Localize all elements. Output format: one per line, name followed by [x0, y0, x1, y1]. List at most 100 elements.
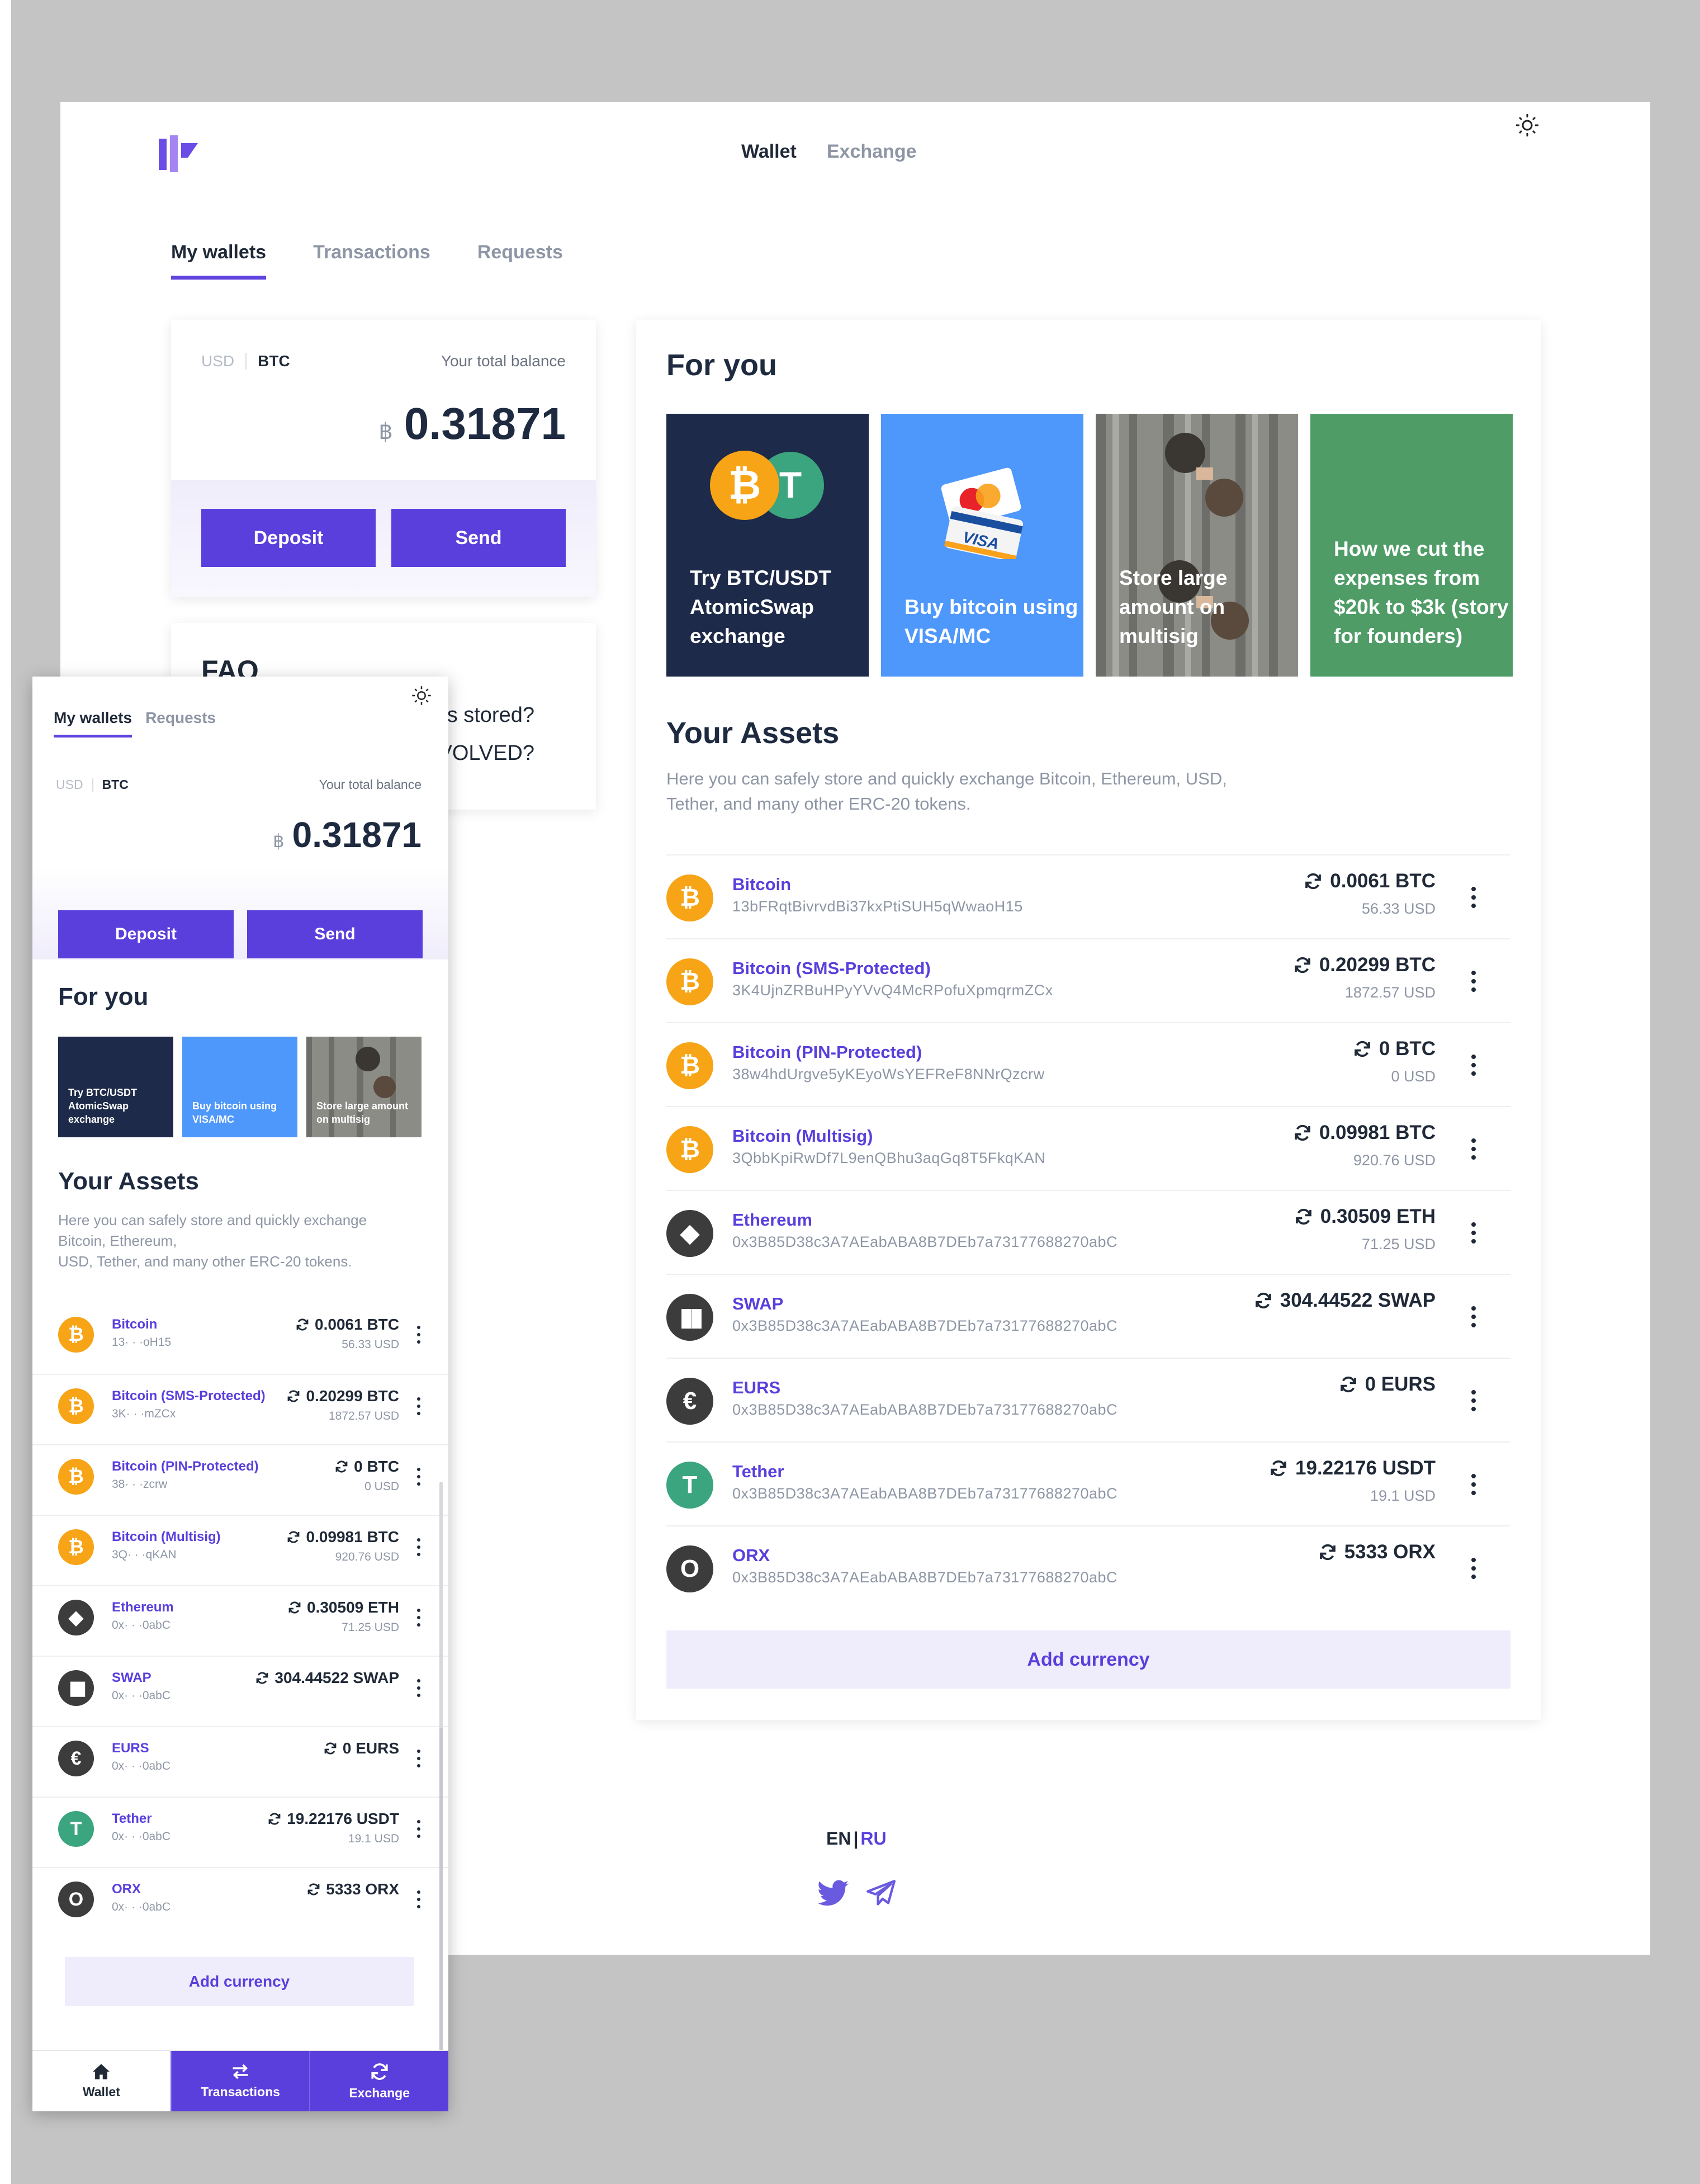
refresh-icon[interactable]	[255, 1671, 269, 1685]
asset-menu-icon[interactable]	[1467, 1051, 1480, 1079]
tab-my-wallets[interactable]: My wallets	[171, 242, 267, 280]
asset-row[interactable]: ▮▮ SWAP 0x· · ·0abC 304.44522 SWAP	[32, 1656, 448, 1726]
asset-name[interactable]: Bitcoin (PIN-Protected)	[732, 1042, 922, 1062]
asset-row[interactable]: T Tether 0x3B85D38c3A7AEabABA8B7DEb7a73177…	[666, 1441, 1510, 1525]
refresh-icon[interactable]	[1295, 1208, 1313, 1226]
refresh-icon[interactable]	[335, 1460, 348, 1473]
asset-row[interactable]: ₿ Bitcoin (SMS-Protected) 3K4UjnZRBuHPyYVv…	[666, 938, 1510, 1022]
scrollbar-thumb[interactable]	[439, 1728, 443, 2091]
twitter-icon[interactable]	[817, 1880, 849, 1909]
asset-row[interactable]: ₿ Bitcoin (PIN-Protected) 38w4hdUrgve5yKEy…	[666, 1022, 1510, 1106]
asset-name[interactable]: Bitcoin	[112, 1317, 157, 1332]
refresh-icon[interactable]	[268, 1812, 281, 1826]
add-currency-button[interactable]: Add currency	[65, 1957, 414, 2006]
tab-requests[interactable]: Requests	[145, 709, 216, 738]
asset-row[interactable]: O ORX 0x3B85D38c3A7AEabABA8B7DEb7a73177688…	[666, 1525, 1510, 1609]
asset-name[interactable]: Bitcoin (Multisig)	[732, 1126, 873, 1146]
tab-transactions[interactable]: Transactions	[313, 242, 430, 280]
asset-row[interactable]: ₿ Bitcoin (PIN-Protected) 38· · ·zcrw 0 BTC…	[32, 1444, 448, 1515]
asset-menu-icon[interactable]	[1467, 1303, 1480, 1331]
refresh-icon[interactable]	[1304, 872, 1322, 890]
refresh-icon[interactable]	[288, 1601, 301, 1614]
asset-name[interactable]: Tether	[112, 1811, 152, 1827]
asset-name[interactable]: SWAP	[112, 1670, 151, 1686]
asset-name[interactable]: Bitcoin (PIN-Protected)	[112, 1459, 259, 1474]
asset-name[interactable]: EURS	[112, 1741, 149, 1756]
asset-row[interactable]: ◆ Ethereum 0x3B85D38c3A7AEabABA8B7DEb7a731…	[666, 1190, 1510, 1274]
asset-row[interactable]: T Tether 0x· · ·0abC 19.22176 USDT 19.1 USD	[32, 1797, 448, 1867]
asset-menu-icon[interactable]	[414, 1536, 424, 1558]
asset-row[interactable]: ₿ Bitcoin (SMS-Protected) 3K· · ·mZCx 0.202…	[32, 1374, 448, 1444]
deposit-button[interactable]: Deposit	[201, 509, 376, 567]
send-button[interactable]: Send	[391, 509, 566, 567]
asset-name[interactable]: ORX	[732, 1545, 770, 1566]
currency-usd[interactable]: USD	[201, 352, 234, 370]
asset-row[interactable]: ₿ Bitcoin 13· · ·oH15 0.0061 BTC 56.33 USD	[32, 1303, 448, 1374]
lang-ru[interactable]: RU	[860, 1828, 886, 1849]
refresh-icon[interactable]	[296, 1318, 309, 1331]
refresh-icon[interactable]	[287, 1530, 300, 1544]
asset-menu-icon[interactable]	[1467, 1471, 1480, 1498]
nav-wallet[interactable]: Wallet	[741, 141, 797, 163]
asset-menu-icon[interactable]	[414, 1466, 424, 1488]
asset-menu-icon[interactable]	[414, 1323, 424, 1346]
asset-row[interactable]: O ORX 0x· · ·0abC 5333 ORX	[32, 1867, 448, 1937]
promo-tile-atomicswap[interactable]: Try BTC/USDT AtomicSwap exchange	[58, 1037, 173, 1137]
asset-name[interactable]: Ethereum	[732, 1210, 812, 1230]
asset-name[interactable]: Bitcoin (Multisig)	[112, 1529, 221, 1545]
promo-tile-visa[interactable]: VISA Buy bitcoin using VISA/MC	[881, 414, 1083, 677]
asset-name[interactable]: Ethereum	[112, 1600, 174, 1615]
refresh-icon[interactable]	[324, 1742, 337, 1755]
promo-tile-story[interactable]: How we cut the expenses from $20k to $3k…	[1310, 414, 1513, 677]
asset-name[interactable]: ORX	[112, 1882, 141, 1897]
currency-btc[interactable]: BTC	[258, 352, 290, 370]
asset-name[interactable]: Tether	[732, 1462, 784, 1482]
refresh-icon[interactable]	[287, 1389, 300, 1403]
asset-menu-icon[interactable]	[414, 1606, 424, 1629]
asset-row[interactable]: € EURS 0x· · ·0abC 0 EURS	[32, 1726, 448, 1797]
refresh-icon[interactable]	[1294, 956, 1311, 974]
asset-name[interactable]: Bitcoin (SMS-Protected)	[112, 1388, 266, 1404]
currency-usd[interactable]: USD	[56, 777, 83, 792]
lang-en[interactable]: EN	[826, 1828, 851, 1849]
asset-menu-icon[interactable]	[1467, 1135, 1480, 1163]
bottom-nav-exchange[interactable]: Exchange	[309, 2051, 448, 2111]
asset-row[interactable]: ₿ Bitcoin (Multisig) 3Q· · ·qKAN 0.09981 BT…	[32, 1515, 448, 1585]
refresh-icon[interactable]	[1353, 1040, 1371, 1058]
refresh-icon[interactable]	[1319, 1543, 1337, 1561]
currency-btc[interactable]: BTC	[102, 777, 129, 792]
faq-question[interactable]: VOLVED?	[438, 741, 534, 765]
asset-menu-icon[interactable]	[414, 1677, 424, 1699]
bottom-nav-transactions[interactable]: Transactions	[170, 2051, 310, 2111]
send-button[interactable]: Send	[247, 910, 423, 958]
sun-icon[interactable]	[410, 684, 433, 710]
asset-row[interactable]: ₿ Bitcoin (Multisig) 3QbbKpiRwDf7L9enQBhu3…	[666, 1106, 1510, 1190]
asset-menu-icon[interactable]	[1467, 1554, 1480, 1582]
asset-menu-icon[interactable]	[1467, 883, 1480, 911]
bottom-nav-wallet[interactable]: Wallet	[32, 2051, 171, 2111]
asset-menu-icon[interactable]	[414, 1888, 424, 1911]
asset-menu-icon[interactable]	[1467, 1387, 1480, 1415]
asset-menu-icon[interactable]	[414, 1395, 424, 1417]
asset-menu-icon[interactable]	[1467, 1219, 1480, 1247]
asset-row[interactable]: € EURS 0x3B85D38c3A7AEabABA8B7DEb7a7317768…	[666, 1358, 1510, 1441]
faq-question[interactable]: s stored?	[447, 703, 534, 727]
refresh-icon[interactable]	[1270, 1459, 1287, 1477]
asset-menu-icon[interactable]	[1467, 967, 1480, 995]
refresh-icon[interactable]	[1294, 1124, 1311, 1142]
tab-my-wallets[interactable]: My wallets	[54, 709, 132, 738]
asset-name[interactable]: Bitcoin (SMS-Protected)	[732, 958, 931, 978]
sun-icon[interactable]	[1514, 112, 1541, 141]
asset-name[interactable]: Bitcoin	[732, 874, 791, 895]
nav-exchange[interactable]: Exchange	[827, 141, 917, 163]
asset-menu-icon[interactable]	[414, 1818, 424, 1840]
refresh-icon[interactable]	[1339, 1375, 1357, 1393]
asset-row[interactable]: ▮▮ SWAP 0x3B85D38c3A7AEabABA8B7DEb7a731776…	[666, 1274, 1510, 1358]
app-logo[interactable]	[159, 135, 199, 175]
deposit-button[interactable]: Deposit	[58, 910, 234, 958]
asset-menu-icon[interactable]	[414, 1747, 424, 1770]
promo-tile-visa[interactable]: Buy bitcoin using VISA/MC	[182, 1037, 297, 1137]
asset-name[interactable]: EURS	[732, 1378, 780, 1398]
promo-tile-multisig[interactable]: Store large amount on multisig	[1096, 414, 1298, 677]
tab-requests[interactable]: Requests	[477, 242, 563, 280]
